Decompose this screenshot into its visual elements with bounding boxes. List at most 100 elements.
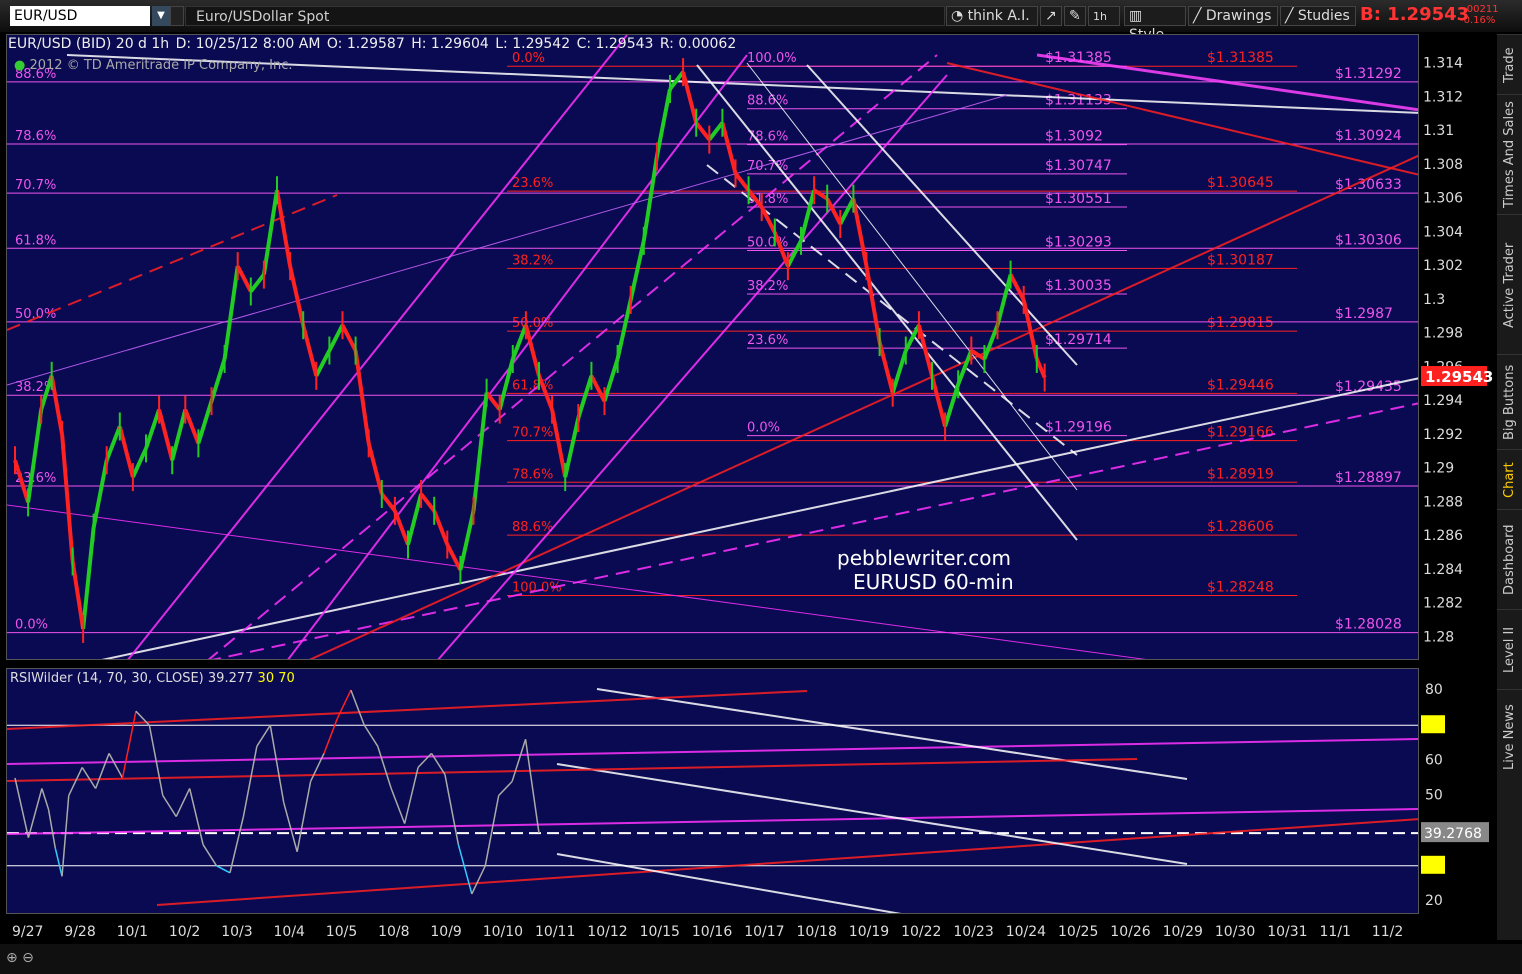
rsi-trend-line [7, 690, 808, 730]
time-tick: 10/2 [169, 924, 200, 940]
price-segment [70, 561, 86, 630]
price-segment [759, 206, 777, 234]
time-tick: 10/31 [1267, 924, 1307, 940]
price-segment [497, 358, 515, 411]
rsi-axis[interactable]: 2030405060708039.2768 [1419, 668, 1497, 914]
time-tick: 10/22 [901, 924, 941, 940]
fib-red-price: $1.31385 [1207, 50, 1274, 66]
rsi-ob: 30 [257, 671, 275, 686]
time-tick: 10/23 [953, 924, 993, 940]
time-tick: 10/9 [430, 924, 461, 940]
rsi-segment [27, 788, 43, 838]
zoom-icon[interactable]: ⊕ ⊖ [6, 950, 34, 966]
rsi-segment [377, 746, 392, 789]
fib-mag-b-price: $1.28028 [1335, 617, 1402, 633]
price-axis[interactable]: 1.28 1.282 1.284 1.286 1.288 1.29 1.292 1.294 1.… [1419, 34, 1497, 660]
rsi-segment [269, 725, 285, 803]
rsi-svg[interactable] [7, 669, 1419, 914]
price-tick: 1.314 [1423, 56, 1463, 72]
price-tick: 1.294 [1423, 393, 1463, 409]
price-tick: 1.312 [1423, 89, 1463, 105]
price-segment [982, 324, 1000, 360]
time-tick: 10/4 [274, 924, 306, 940]
side-tab-chart[interactable]: Chart [1497, 449, 1522, 510]
fib-mag-b-pct: 0.0% [15, 618, 48, 633]
price-segment [589, 374, 607, 403]
rsi-segment [363, 724, 379, 747]
time-tick: 10/24 [1006, 924, 1046, 940]
price-segment [117, 425, 135, 478]
style-button[interactable]: ▥ Style [1124, 6, 1186, 43]
fib-mag-b-pct: 70.7% [15, 178, 56, 193]
side-tab-active-trader[interactable]: Active Trader [1497, 214, 1522, 355]
link-icon[interactable] [170, 6, 184, 26]
fib-mag-b-pct: 50.0% [15, 307, 56, 322]
rsi-trend-line [7, 808, 1418, 835]
price-tick: 1.288 [1423, 494, 1463, 510]
price-segment [340, 324, 358, 352]
price-axis-svg: 1.28 1.282 1.284 1.286 1.288 1.29 1.292 1.294 1.… [1421, 56, 1493, 645]
time-axis[interactable]: 9/27 9/28 10/1 10/2 10/3 10/4 10/5 10/8 10/9 10/1… [0, 916, 1497, 944]
fib-mag-a-price: $1.30035 [1045, 278, 1112, 294]
price-segment [877, 341, 895, 394]
chevron-down-icon[interactable]: ▼ [152, 6, 170, 26]
drawings-button[interactable]: ╱ Drawings [1188, 6, 1278, 26]
rsi-segment [121, 711, 137, 779]
fib-mag-b-price: $1.2987 [1335, 306, 1393, 322]
price-segment [563, 417, 581, 478]
drawing-tool-icon[interactable]: ↗ [1040, 6, 1062, 26]
period-button[interactable]: 1h [1088, 6, 1120, 26]
wrench-icon[interactable]: ✎ [1064, 6, 1086, 26]
fib-red-price: $1.29815 [1207, 315, 1274, 331]
price-segment [222, 265, 240, 360]
symbol-input[interactable]: EUR/USD [10, 6, 150, 26]
rsi-trend-line [556, 853, 902, 913]
side-tab-trade[interactable]: Trade [1497, 34, 1522, 95]
price-segment [393, 510, 410, 546]
studies-button[interactable]: ╱ Studies [1280, 6, 1356, 26]
time-tick: 10/30 [1215, 924, 1255, 940]
watermark-line1: pebblewriter.com [837, 546, 1011, 570]
price-segment [81, 527, 96, 630]
rsi-segment [524, 739, 540, 834]
time-tick: 10/15 [640, 924, 680, 940]
price-segment [406, 493, 424, 546]
price-chart-svg[interactable]: $1.31385 0.0% $1.30645 23.6% $1.30187 38.2% $1… [7, 35, 1419, 660]
rsi-segment [81, 766, 97, 789]
price-segment [956, 349, 974, 386]
price-segment [641, 156, 659, 242]
side-tabs: Trade Times And Sales Active Trader Big But… [1497, 34, 1522, 940]
rsi-segment [229, 816, 245, 874]
watermark-line2: EURUSD 60-min [853, 570, 1014, 594]
time-tick: 10/18 [797, 924, 837, 940]
rsi-tick: 60 [1425, 752, 1443, 768]
price-chart-panel[interactable]: $1.31385 0.0% $1.30645 23.6% $1.30187 38.2% $1… [6, 34, 1419, 660]
side-tab-times-and-sales[interactable]: Times And Sales [1497, 94, 1522, 215]
side-tab-level-ii[interactable]: Level II [1497, 609, 1522, 690]
date-label: D: 10/25/12 8:00 AM [175, 36, 321, 52]
side-tab-dashboard[interactable]: Dashboard [1497, 509, 1522, 610]
fib-red-pct: 23.6% [512, 176, 553, 191]
open-label: O: 1.29587 [326, 36, 405, 52]
channel-line [746, 62, 1078, 491]
side-tab-big-buttons[interactable]: Big Buttons [1497, 354, 1522, 450]
time-tick: 10/3 [221, 924, 252, 940]
fib-red-price: $1.30645 [1207, 175, 1274, 191]
time-tick: 10/16 [692, 924, 732, 940]
price-segment [144, 408, 161, 450]
time-axis-svg: 9/27 9/28 10/1 10/2 10/3 10/4 10/5 10/8 10/9 10/1… [12, 924, 1403, 940]
price-segment [458, 510, 476, 571]
rsi-segment [471, 865, 486, 895]
side-tab-live-news[interactable]: Live News [1497, 689, 1522, 785]
time-tick: 10/5 [326, 924, 357, 940]
price-segment [995, 274, 1013, 326]
last-price: B: 1.29543 [1360, 4, 1470, 25]
price-tick: 1.298 [1423, 326, 1463, 342]
price-segment [694, 121, 711, 141]
time-tick: 10/10 [483, 924, 523, 940]
rsi-panel[interactable] [6, 668, 1419, 914]
think-ai-button[interactable]: ◔ think A.I. [946, 6, 1038, 26]
price-segment [196, 400, 214, 444]
price-segment [471, 392, 489, 512]
rsi-segment [108, 752, 124, 779]
